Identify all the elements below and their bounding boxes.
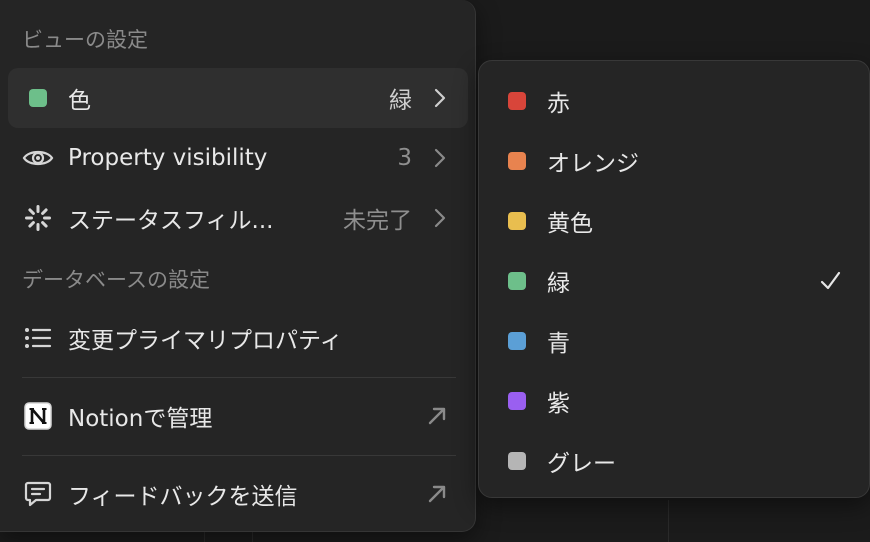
color-option-yellow[interactable]: 黄色 xyxy=(479,191,869,251)
loading-spinner-icon xyxy=(22,202,54,234)
color-option-label: 赤 xyxy=(547,91,570,117)
view-options-menu: ビューの設定 色 緑 Property visibility 3 ステータスフィ… xyxy=(0,0,476,532)
change-primary-property-label: 変更プライマリプロパティ xyxy=(68,328,343,354)
status-filter-value: 未完了 xyxy=(343,208,412,234)
color-setting-row[interactable]: 色 緑 xyxy=(8,68,468,128)
green-swatch-icon xyxy=(508,272,526,290)
color-option-orange[interactable]: オレンジ xyxy=(479,131,869,191)
chat-bubble-icon xyxy=(22,478,54,510)
color-option-blue[interactable]: 青 xyxy=(479,311,869,371)
menu-divider xyxy=(22,455,456,456)
purple-swatch-icon xyxy=(508,392,526,410)
color-setting-label: 色 xyxy=(68,88,91,114)
red-swatch-icon xyxy=(508,92,526,110)
manage-in-notion-label: Notionで管理 xyxy=(68,406,213,432)
color-option-label: グレー xyxy=(547,451,616,477)
manage-in-notion-row[interactable]: Notionで管理 xyxy=(8,386,468,446)
color-option-red[interactable]: 赤 xyxy=(479,71,869,131)
menu-divider xyxy=(22,377,456,378)
property-visibility-count: 3 xyxy=(397,145,412,171)
property-visibility-row[interactable]: Property visibility 3 xyxy=(8,128,468,188)
chevron-right-icon xyxy=(432,148,448,168)
background-grid-line xyxy=(668,500,669,542)
view-settings-heading: ビューの設定 xyxy=(22,28,148,52)
status-filter-row[interactable]: ステータスフィル... 未完了 xyxy=(8,188,468,248)
color-picker-submenu: 赤 オレンジ 黄色 緑 青 紫 グレー xyxy=(478,60,870,498)
color-option-purple[interactable]: 紫 xyxy=(479,371,869,431)
property-visibility-label: Property visibility xyxy=(68,145,268,171)
eye-icon xyxy=(22,142,54,174)
arrow-up-right-icon xyxy=(426,405,448,427)
color-setting-value: 緑 xyxy=(389,88,412,114)
color-option-gray[interactable]: グレー xyxy=(479,431,869,491)
notion-logo-icon xyxy=(22,400,54,432)
arrow-up-right-icon xyxy=(426,483,448,505)
change-primary-property-row[interactable]: 変更プライマリプロパティ xyxy=(8,308,468,368)
status-filter-label: ステータスフィル... xyxy=(68,208,274,234)
chevron-right-icon xyxy=(432,88,448,108)
color-option-green[interactable]: 緑 xyxy=(479,251,869,311)
database-settings-heading: データベースの設定 xyxy=(22,268,210,292)
gray-swatch-icon xyxy=(508,452,526,470)
send-feedback-row[interactable]: フィードバックを送信 xyxy=(8,464,468,524)
color-option-label: 黄色 xyxy=(547,211,593,237)
color-option-label: オレンジ xyxy=(547,151,639,177)
checkmark-icon xyxy=(819,270,841,292)
color-option-label: 青 xyxy=(547,331,570,357)
yellow-swatch-icon xyxy=(508,212,526,230)
orange-swatch-icon xyxy=(508,152,526,170)
list-icon xyxy=(22,322,54,354)
color-option-label: 緑 xyxy=(547,271,570,297)
green-swatch-icon xyxy=(22,82,54,114)
chevron-right-icon xyxy=(432,208,448,228)
current-color-swatch xyxy=(29,89,47,107)
send-feedback-label: フィードバックを送信 xyxy=(68,484,298,510)
color-option-label: 紫 xyxy=(547,391,570,417)
blue-swatch-icon xyxy=(508,332,526,350)
